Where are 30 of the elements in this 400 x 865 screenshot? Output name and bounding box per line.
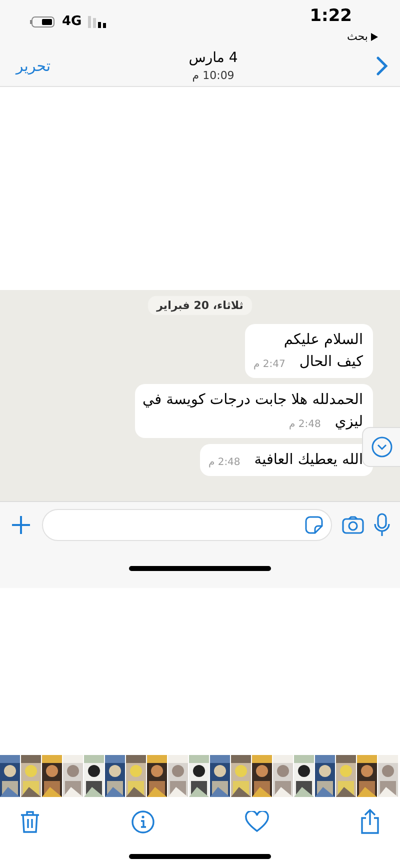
heart-button[interactable] <box>245 811 270 833</box>
network-label: 4G <box>62 14 82 29</box>
message-text: الله يعطيك العافية <box>254 451 363 470</box>
edit-link[interactable]: تحرير <box>16 57 51 75</box>
clock-time: 1:22 <box>310 6 352 26</box>
info-button[interactable] <box>130 810 155 834</box>
message-time: 2:48 م <box>208 456 240 470</box>
back-to-app-link[interactable]: بحث <box>347 30 368 43</box>
battery-icon <box>30 16 56 28</box>
photo-date: 4 مارس <box>188 50 238 66</box>
sticker-icon[interactable] <box>305 516 323 534</box>
chevron-right-icon[interactable] <box>376 56 388 76</box>
date-chip: ثلاثاء، 20 فبراير <box>148 296 252 315</box>
message-input-field[interactable] <box>42 509 332 541</box>
microphone-button[interactable] <box>374 513 390 537</box>
message-text: الحمدلله هلا جابت درجات كويسة في <box>142 391 363 410</box>
trash-button[interactable] <box>20 810 40 834</box>
plus-button[interactable] <box>10 514 32 536</box>
message-text: كيف الحال <box>299 353 363 372</box>
signal-icon <box>88 16 108 28</box>
message-text: ليزي <box>334 413 363 432</box>
message-time: 2:47 م <box>253 358 286 372</box>
message-time: 2:48 م <box>289 418 321 432</box>
back-triangle-icon[interactable] <box>371 32 378 40</box>
camera-button[interactable] <box>342 516 364 534</box>
photo-time: 10:09 م <box>192 69 234 82</box>
share-button[interactable] <box>360 809 380 835</box>
message-text: السلام عليكم <box>284 331 363 350</box>
scroll-down-button[interactable] <box>362 427 400 467</box>
chevron-down-icon <box>370 436 392 458</box>
